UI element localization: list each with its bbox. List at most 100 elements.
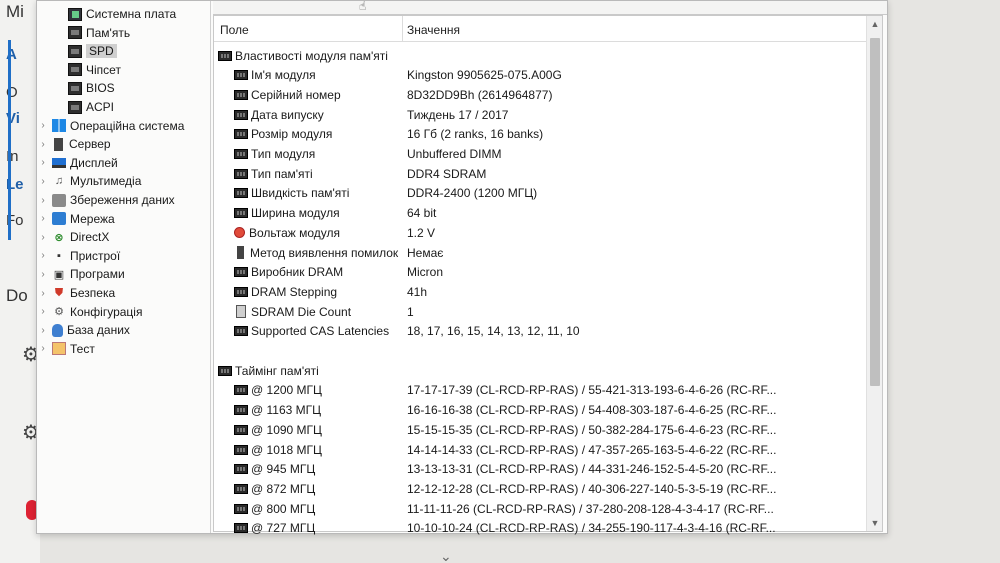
tree-item[interactable]: › Збереження даних: [37, 191, 175, 209]
expand-chevron-icon[interactable]: ›: [37, 232, 49, 243]
detail-row[interactable]: Ім'я модуля Kingston 9905625-075.A00G: [234, 66, 864, 85]
tree-item-label: Збереження даних: [70, 193, 175, 207]
detail-field: @ 727 МГЦ: [234, 521, 315, 535]
tree-item[interactable]: › ⛊ Безпека: [37, 284, 115, 302]
vertical-scrollbar[interactable]: ▲ ▼: [866, 16, 882, 531]
detail-row[interactable]: Вольтаж модуля 1.2 V: [234, 223, 864, 242]
detail-row[interactable]: Ширина модуля 64 bit: [234, 204, 864, 223]
detail-row[interactable]: @ 1200 МГЦ 17-17-17-39 (CL-RCD-RP-RAS) / …: [234, 381, 864, 400]
background-app-window: Mi A O Vi In Le Fo Do ⚙ ⚙: [0, 0, 40, 563]
detail-field-label: SDRAM Die Count: [251, 304, 352, 319]
detail-row[interactable]: @ 800 МГЦ 11-11-11-26 (CL-RCD-RP-RAS) / 3…: [234, 499, 864, 518]
tree-item[interactable]: BIOS: [53, 79, 115, 97]
tree-item[interactable]: › ♫ Мультимедіа: [37, 172, 141, 190]
expand-chevron-icon[interactable]: ›: [37, 120, 49, 131]
detail-value: 13-13-13-31 (CL-RCD-RP-RAS) / 44-331-246…: [407, 462, 777, 477]
tree-item[interactable]: › ⚙ Конфігурація: [37, 303, 142, 321]
tree-item[interactable]: Чіпсет: [53, 61, 121, 79]
expand-chevron-icon[interactable]: ›: [37, 139, 49, 150]
tree-item[interactable]: › Тест: [37, 340, 95, 358]
detail-row[interactable]: @ 727 МГЦ 10-10-10-24 (CL-RCD-RP-RAS) / 3…: [234, 519, 864, 538]
expand-chevron-icon[interactable]: ›: [37, 269, 49, 280]
navigation-tree: Системна плата Пам'ять SPD Чіпсет BIOS ACPI › О…: [37, 1, 211, 533]
tree-item[interactable]: SPD: [53, 42, 117, 60]
scroll-up-arrow-icon[interactable]: ▲: [867, 16, 883, 32]
chevron-down-icon[interactable]: ⌄: [440, 548, 452, 563]
detail-value: Немає: [407, 245, 444, 260]
tree-item-label: Сервер: [69, 137, 111, 152]
column-header-value[interactable]: Значення: [407, 23, 460, 37]
detail-row[interactable]: DRAM Stepping 41h: [234, 282, 864, 301]
detail-field: Supported CAS Latencies: [234, 324, 389, 338]
expand-chevron-icon[interactable]: ›: [37, 325, 49, 336]
expand-chevron-icon[interactable]: ›: [37, 176, 49, 187]
tree-item[interactable]: › Операційна система: [37, 117, 184, 135]
detail-value: 16 Гб (2 ranks, 16 banks): [407, 127, 544, 142]
tree-item-label: ACPI: [86, 100, 115, 114]
scrollbar-thumb[interactable]: [870, 38, 880, 386]
expand-chevron-icon[interactable]: ›: [37, 157, 49, 168]
tree-item[interactable]: › ⊗ DirectX: [37, 228, 109, 246]
detail-row[interactable]: Supported CAS Latencies 18, 17, 16, 15, 1…: [234, 322, 864, 341]
section-header-field: Властивості модуля пам'яті: [218, 49, 388, 63]
tree-item-label: Системна плата: [86, 7, 177, 21]
detail-row[interactable]: Швидкість пам'яті DDR4-2400 (1200 МГЦ): [234, 184, 864, 203]
expand-chevron-icon[interactable]: ›: [37, 306, 49, 317]
detail-value: 12-12-12-28 (CL-RCD-RP-RAS) / 40-306-227…: [407, 481, 777, 496]
detail-row[interactable]: Тип модуля Unbuffered DIMM: [234, 145, 864, 164]
detail-row[interactable]: @ 1018 МГЦ 14-14-14-33 (CL-RCD-RP-RAS) / …: [234, 440, 864, 459]
tree-item[interactable]: › ▣ Програми: [37, 265, 124, 283]
detail-row[interactable]: @ 1163 МГЦ 16-16-16-38 (CL-RCD-RP-RAS) / …: [234, 401, 864, 420]
column-divider[interactable]: [402, 16, 403, 42]
detail-row[interactable]: Тип пам'яті DDR4 SDRAM: [234, 164, 864, 183]
detail-value: 8D32DD9Bh (2614964877): [407, 87, 553, 102]
detail-value: 15-15-15-35 (CL-RCD-RP-RAS) / 50-382-284…: [407, 422, 777, 437]
tree-item[interactable]: Пам'ять: [53, 24, 130, 42]
expand-chevron-icon[interactable]: ›: [37, 250, 49, 261]
detail-field: DRAM Stepping: [234, 285, 337, 299]
detail-row[interactable]: Серійний номер 8D32DD9Bh (2614964877): [234, 85, 864, 104]
display-icon: [52, 157, 66, 168]
memory-module-icon: [234, 267, 248, 278]
tree-item-label: Пристрої: [70, 248, 121, 263]
expand-chevron-icon[interactable]: ›: [37, 195, 49, 206]
detail-field-label: Тип модуля: [251, 147, 316, 161]
memory-module-icon: [234, 89, 248, 100]
detail-field-label: Тип пам'яті: [251, 166, 313, 181]
expand-chevron-icon[interactable]: ›: [37, 213, 49, 224]
detail-row[interactable]: @ 872 МГЦ 12-12-12-28 (CL-RCD-RP-RAS) / 4…: [234, 479, 864, 498]
detail-row[interactable]: SDRAM Die Count 1: [234, 302, 864, 321]
tree-item[interactable]: Системна плата: [53, 5, 176, 23]
tree-item[interactable]: › База даних: [37, 321, 130, 339]
expand-chevron-icon[interactable]: ›: [37, 288, 49, 299]
scroll-down-arrow-icon[interactable]: ▼: [867, 515, 883, 531]
detail-field-label: Розмір модуля: [251, 127, 333, 142]
detail-row[interactable]: Метод виявлення помилок Немає: [234, 243, 864, 262]
chip-icon: [68, 81, 82, 95]
detail-field: @ 1163 МГЦ: [234, 403, 321, 417]
tree-item[interactable]: › ▪ Пристрої: [37, 247, 120, 265]
memory-module-icon: [234, 70, 248, 81]
memory-module-icon: [234, 405, 248, 416]
detail-row[interactable]: @ 1090 МГЦ 15-15-15-35 (CL-RCD-RP-RAS) / …: [234, 420, 864, 439]
mouse-cursor-icon: ☝: [359, 0, 367, 13]
tree-item[interactable]: › Мережа: [37, 210, 114, 228]
detail-row[interactable]: @ 945 МГЦ 13-13-13-31 (CL-RCD-RP-RAS) / 4…: [234, 460, 864, 479]
detail-field-label: DRAM Stepping: [251, 284, 338, 299]
detail-field: Розмір модуля: [234, 127, 332, 141]
tree-item[interactable]: ACPI: [53, 98, 114, 116]
column-header-field[interactable]: Поле: [220, 23, 249, 37]
memory-module-icon: [234, 385, 248, 396]
tree-item-label: База даних: [67, 323, 130, 338]
memory-chip-icon: [68, 44, 82, 58]
memory-module-icon: [234, 424, 248, 435]
tree-item[interactable]: › Дисплей: [37, 154, 117, 172]
tree-item[interactable]: › Сервер: [37, 135, 111, 153]
detail-value: 64 bit: [407, 206, 437, 221]
memory-module-icon: [234, 464, 248, 475]
detail-row[interactable]: Виробник DRAM Micron: [234, 263, 864, 282]
detail-row[interactable]: Дата випуску Тиждень 17 / 2017: [234, 105, 864, 124]
expand-chevron-icon[interactable]: ›: [37, 343, 49, 354]
security-shield-icon: ⛊: [54, 286, 64, 299]
detail-row[interactable]: Розмір модуля 16 Гб (2 ranks, 16 banks): [234, 125, 864, 144]
